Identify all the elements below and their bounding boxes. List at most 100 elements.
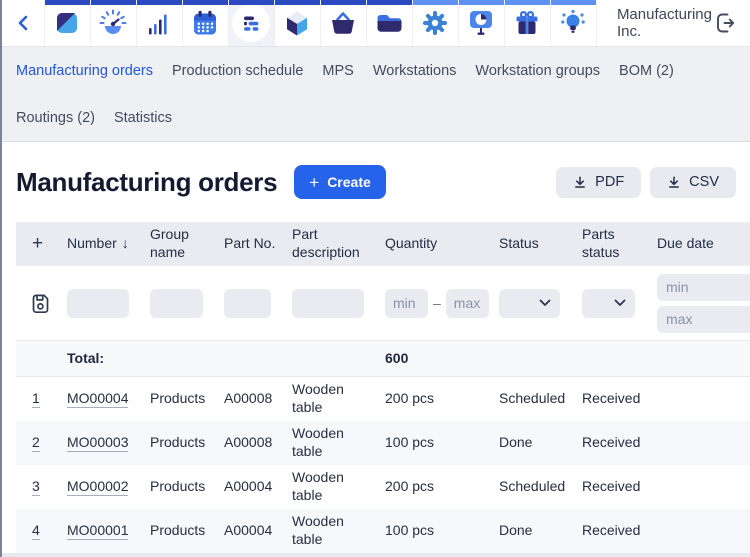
column-header-due-date[interactable]: Due date [657, 235, 750, 253]
table-row: 2 MO00003 Products A00008 Wooden table 1… [16, 421, 750, 465]
row-index-link[interactable]: 3 [32, 478, 40, 496]
part-description-cell: Wooden table [292, 425, 354, 461]
app-icon-dashboard[interactable] [90, 0, 136, 46]
folder-icon [375, 10, 403, 36]
part-no-cell: A00004 [224, 478, 292, 496]
total-row: Total: 600 [16, 340, 750, 377]
filter-status-select[interactable] [499, 289, 560, 318]
parts-status-cell: Received [582, 478, 657, 496]
download-icon [573, 175, 587, 189]
parts-status-cell: Received [582, 390, 657, 408]
tab-workstations[interactable]: Workstations [373, 63, 457, 79]
page-header: Manufacturing orders + Create PDF CSV [2, 142, 750, 199]
column-label: Number [67, 235, 117, 251]
tab-mps[interactable]: MPS [322, 63, 353, 79]
status-cell: Scheduled [499, 390, 582, 408]
tab-production-schedule[interactable]: Production schedule [172, 63, 303, 79]
app-icon-procurement[interactable] [320, 0, 366, 46]
app-icon-documents[interactable] [366, 0, 412, 46]
pdf-button-label: PDF [595, 174, 624, 190]
order-number-link[interactable]: MO00001 [67, 522, 128, 540]
row-index-link[interactable]: 4 [32, 522, 40, 540]
gantt-icon [232, 4, 270, 42]
app-icon-calendar[interactable] [182, 0, 228, 46]
filter-parts-status-select[interactable] [582, 289, 635, 318]
save-filter-icon[interactable] [30, 292, 59, 314]
account-section: Manufacturing Inc. [596, 0, 750, 46]
topbar: Manufacturing Inc. [2, 0, 750, 47]
order-number-link[interactable]: MO00004 [67, 390, 128, 408]
lightbulb-icon [560, 9, 586, 37]
part-description-cell: Wooden table [292, 469, 354, 505]
filter-part-description-input[interactable] [292, 289, 364, 318]
filter-part-no-input[interactable] [224, 289, 271, 318]
csv-button-label: CSV [689, 174, 719, 190]
bar-chart-icon [146, 10, 172, 36]
parts-status-cell: Received [582, 522, 657, 540]
filter-number-input[interactable] [67, 289, 129, 318]
order-number-link[interactable]: MO00003 [67, 434, 128, 452]
logout-icon[interactable] [712, 10, 737, 36]
filter-due-date-max-input[interactable] [657, 306, 750, 333]
column-header-parts-status[interactable]: Parts status [582, 226, 657, 262]
table-header-row: + Number ↓ Group name Part No. Part descr… [16, 222, 750, 266]
app-icon-manufacturing-active[interactable] [228, 0, 274, 46]
tab-statistics[interactable]: Statistics [114, 110, 172, 126]
back-button[interactable] [2, 0, 44, 46]
group-name-cell: Products [150, 434, 224, 452]
column-header-group-name[interactable]: Group name [150, 226, 224, 262]
part-description-cell: Wooden table [292, 513, 354, 549]
app-icon-reports[interactable] [458, 0, 504, 46]
logo-icon [54, 10, 80, 36]
order-number-link[interactable]: MO00002 [67, 478, 128, 496]
create-button[interactable]: + Create [294, 165, 386, 199]
row-index-link[interactable]: 1 [32, 390, 40, 408]
total-quantity: 600 [385, 350, 499, 368]
chevron-down-icon [614, 299, 626, 307]
parts-status-cell: Received [582, 434, 657, 452]
pdf-export-button[interactable]: PDF [556, 167, 641, 198]
tab-row-2: Routings (2) Statistics [16, 110, 736, 126]
app-icon-settings[interactable] [412, 0, 458, 46]
app-icon-rewards[interactable] [504, 0, 550, 46]
group-name-cell: Products [150, 478, 224, 496]
cube-icon [283, 9, 311, 37]
column-header-part-description[interactable]: Part description [292, 226, 385, 262]
chevron-left-icon [17, 14, 29, 32]
orders-table: + Number ↓ Group name Part No. Part descr… [16, 222, 750, 553]
download-icon [667, 175, 681, 189]
filter-quantity-min-input[interactable] [385, 289, 428, 318]
app-icon-stock[interactable] [274, 0, 320, 46]
presentation-chart-icon [468, 9, 494, 37]
filter-due-date-min-input[interactable] [657, 274, 750, 301]
part-no-cell: A00004 [224, 522, 292, 540]
gift-icon [514, 10, 540, 36]
column-header-status[interactable]: Status [499, 235, 582, 253]
quantity-cell: 100 pcs [385, 434, 499, 452]
tab-workstation-groups[interactable]: Workstation groups [475, 63, 600, 79]
module-tabs: Manufacturing orders Production schedule… [2, 47, 750, 142]
app-icon-statistics[interactable] [136, 0, 182, 46]
add-row-icon[interactable]: + [32, 233, 43, 254]
sort-desc-icon: ↓ [122, 235, 129, 251]
app-icon-tips[interactable] [550, 0, 596, 46]
tab-manufacturing-orders[interactable]: Manufacturing orders [16, 63, 153, 79]
app-icon-logo[interactable] [44, 0, 90, 46]
part-no-cell: A00008 [224, 434, 292, 452]
row-index-link[interactable]: 2 [32, 434, 40, 452]
filter-group-name-input[interactable] [150, 289, 203, 318]
quantity-cell: 200 pcs [385, 390, 499, 408]
table-row: 4 MO00001 Products A00004 Wooden table 1… [16, 509, 750, 553]
part-description-cell: Wooden table [292, 381, 354, 417]
column-header-number[interactable]: Number ↓ [67, 235, 150, 253]
tab-routings[interactable]: Routings (2) [16, 110, 95, 126]
range-dash: – [433, 295, 441, 311]
gauge-icon [99, 9, 127, 37]
column-header-quantity[interactable]: Quantity [385, 235, 499, 253]
csv-export-button[interactable]: CSV [650, 167, 736, 198]
filter-quantity-max-input[interactable] [446, 289, 489, 318]
company-name: Manufacturing Inc. [617, 6, 712, 40]
column-header-part-no[interactable]: Part No. [224, 235, 292, 253]
tab-bom[interactable]: BOM (2) [619, 63, 674, 79]
status-cell: Scheduled [499, 478, 582, 496]
